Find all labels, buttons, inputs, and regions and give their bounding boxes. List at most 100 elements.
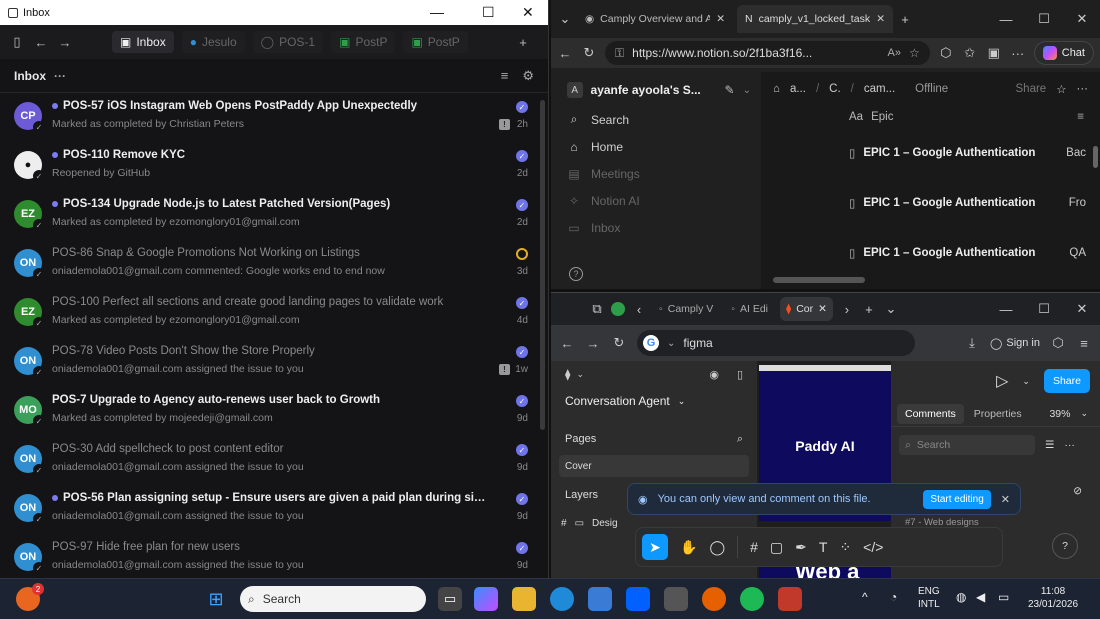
- menu-icon[interactable]: ≡: [1076, 336, 1092, 351]
- maximize-icon[interactable]: ☐: [1036, 11, 1052, 27]
- more-icon[interactable]: ···: [1077, 83, 1089, 95]
- back-arrow-icon[interactable]: ←: [557, 46, 573, 61]
- new-tab-icon[interactable]: +: [897, 12, 913, 27]
- sidebar-item-notion-ai[interactable]: ✧ Notion AI: [567, 187, 751, 214]
- inbox-row[interactable]: CP ✓ POS-57 iOS Instagram Web Opens PostPa…: [0, 93, 548, 142]
- new-tab-icon[interactable]: +: [514, 35, 532, 50]
- store-icon[interactable]: [588, 587, 612, 611]
- tab-comments[interactable]: Comments: [897, 403, 964, 424]
- crumb-1[interactable]: a...: [790, 83, 806, 95]
- extensions-icon[interactable]: ⬡: [1050, 335, 1066, 351]
- taskbar-search[interactable]: ⌕ Search: [240, 586, 426, 612]
- dropbox-icon[interactable]: [626, 587, 650, 611]
- back-arrow-icon[interactable]: ←: [559, 336, 575, 351]
- workspace-switcher[interactable]: A ayanfe ayoola's S... ✎ ⌄: [567, 78, 751, 102]
- page-cover[interactable]: Cover: [559, 455, 749, 477]
- tab-properties[interactable]: Properties: [974, 408, 1022, 420]
- scrollbar[interactable]: [540, 100, 545, 430]
- start-editing-button[interactable]: Start editing: [923, 489, 991, 509]
- minimize-icon[interactable]: —: [998, 302, 1014, 317]
- edge-icon[interactable]: [550, 587, 574, 611]
- filter-icon[interactable]: ☰: [1045, 439, 1054, 451]
- chevron-right-icon[interactable]: ›: [839, 302, 855, 317]
- share-button[interactable]: Share: [1016, 83, 1047, 95]
- download-icon[interactable]: ⤓: [964, 335, 980, 351]
- tab-4[interactable]: ▣ PostP: [403, 31, 468, 53]
- firefox-icon[interactable]: [702, 587, 726, 611]
- show-hidden-icons-icon[interactable]: ^: [862, 591, 868, 604]
- forward-arrow-icon[interactable]: →: [585, 336, 601, 351]
- maximize-icon[interactable]: ☐: [1036, 301, 1052, 317]
- edge-tab-0[interactable]: ◉ Camply Overview and AI ✕: [577, 5, 733, 33]
- move-tool-icon[interactable]: ➤: [642, 534, 668, 560]
- task-view-icon[interactable]: ▭: [438, 587, 462, 611]
- tab-2[interactable]: ◯ POS-1: [252, 31, 324, 53]
- sidebar-item-search[interactable]: ⌕ Search: [567, 106, 751, 133]
- new-tab-icon[interactable]: +: [861, 302, 877, 317]
- sidebar-item-meetings[interactable]: ▤ Meetings: [567, 160, 751, 187]
- language-indicator[interactable]: ENG INTL: [918, 585, 940, 611]
- inbox-row[interactable]: ON ✓ POS-78 Video Posts Don't Show the Sto…: [0, 338, 548, 387]
- inbox-row[interactable]: ON ✓ POS-86 Snap & Google Promotions Not W…: [0, 240, 548, 289]
- favorite-star-icon[interactable]: ☆: [909, 46, 920, 60]
- column-epic[interactable]: Epic: [871, 111, 893, 123]
- more-icon[interactable]: ···: [1064, 439, 1075, 451]
- resources-tool-icon[interactable]: ⁘: [839, 539, 851, 556]
- sidebar-item-home[interactable]: ⌂ Home: [567, 133, 751, 160]
- extensions-icon[interactable]: ⬡: [938, 45, 954, 61]
- tab-actions-icon[interactable]: ⧉: [589, 301, 605, 317]
- sidebar-item-inbox[interactable]: ▭ Inbox: [567, 214, 751, 241]
- copilot-chat-button[interactable]: Chat: [1033, 41, 1094, 65]
- close-icon[interactable]: ✕: [522, 4, 534, 21]
- linear-app-icon[interactable]: [664, 587, 688, 611]
- spotify-icon[interactable]: [740, 587, 764, 611]
- minimize-icon[interactable]: —: [998, 12, 1014, 27]
- sign-in-button[interactable]: ◯ Sign in: [990, 337, 1040, 350]
- crumb-3[interactable]: cam...: [864, 83, 895, 95]
- table-row[interactable]: ▯ EPIC 1 – Google Authentication Fro: [761, 178, 1100, 228]
- present-chevron-icon[interactable]: ⌄: [1022, 376, 1030, 387]
- inbox-row[interactable]: ON ✓ POS-30 Add spellcheck to post content…: [0, 436, 548, 485]
- frame-tool-icon[interactable]: #: [750, 539, 758, 555]
- inbox-row[interactable]: EZ ✓ POS-134 Upgrade Node.js to Latest Pat…: [0, 191, 548, 240]
- site-info-icon[interactable]: ⚿: [615, 46, 624, 61]
- close-icon[interactable]: ✕: [1001, 493, 1010, 506]
- tab-1[interactable]: ● Jesulo: [181, 31, 245, 53]
- display-settings-icon[interactable]: ⚙: [522, 68, 534, 84]
- close-tab-icon[interactable]: ✕: [818, 303, 827, 315]
- horizontal-scrollbar[interactable]: [773, 277, 865, 283]
- list-icon[interactable]: ≡: [1077, 111, 1084, 123]
- read-aloud-icon[interactable]: A»: [888, 47, 901, 59]
- maximize-icon[interactable]: ☐: [482, 4, 495, 21]
- inbox-row[interactable]: MO ✓ POS-7 Upgrade to Agency auto-renews u…: [0, 387, 548, 436]
- comment-tool-icon[interactable]: ◯: [709, 539, 725, 556]
- present-play-icon[interactable]: ▷: [996, 371, 1008, 391]
- close-tab-icon[interactable]: ✕: [876, 13, 885, 25]
- network-alert-icon[interactable]: ◔: [890, 591, 897, 604]
- figma-menu[interactable]: ⧫ ⌄ ◉ ▯: [551, 361, 757, 387]
- url-field[interactable]: ⚿ https://www.notion.so/2f1ba3f16... A» …: [605, 41, 930, 65]
- collections-icon[interactable]: ▣: [986, 45, 1002, 61]
- sidebar-toggle-icon[interactable]: ▯: [8, 34, 26, 50]
- table-row[interactable]: ▯ EPIC 1 – Google Authentication QA: [761, 228, 1100, 278]
- inbox-row[interactable]: ON ✓ POS-56 Plan assigning setup - Ensure …: [0, 485, 548, 534]
- file-name[interactable]: Conversation Agent ⌄: [551, 387, 757, 415]
- dev-mode-icon[interactable]: </>: [863, 539, 883, 555]
- chevron-down-icon[interactable]: ⌄: [743, 85, 751, 96]
- weather-widget-icon[interactable]: 2: [16, 583, 44, 611]
- inbox-row[interactable]: EZ ✓ POS-100 Perfect all sections and crea…: [0, 289, 548, 338]
- table-row[interactable]: ▯ EPIC 1 – Google Authentication Bac: [761, 128, 1100, 178]
- back-arrow-icon[interactable]: ←: [32, 35, 50, 50]
- pen-tool-icon[interactable]: ✒: [795, 539, 807, 556]
- inbox-row[interactable]: ON ✓ POS-97 Hide free plan for new users on…: [0, 534, 548, 578]
- chevron-down-icon[interactable]: ⌄: [667, 338, 675, 349]
- help-icon[interactable]: ?: [569, 267, 583, 281]
- chevron-left-icon[interactable]: ‹: [631, 302, 647, 317]
- panel-toggle-icon[interactable]: ▯: [737, 368, 743, 381]
- tab-group-icon[interactable]: [611, 302, 625, 316]
- chrome-tab-2[interactable]: ⧫ Cor ✕: [780, 297, 833, 321]
- copilot-icon[interactable]: [474, 587, 498, 611]
- file-explorer-icon[interactable]: [512, 587, 536, 611]
- close-icon[interactable]: ✕: [1074, 11, 1090, 27]
- close-icon[interactable]: ✕: [1074, 301, 1090, 317]
